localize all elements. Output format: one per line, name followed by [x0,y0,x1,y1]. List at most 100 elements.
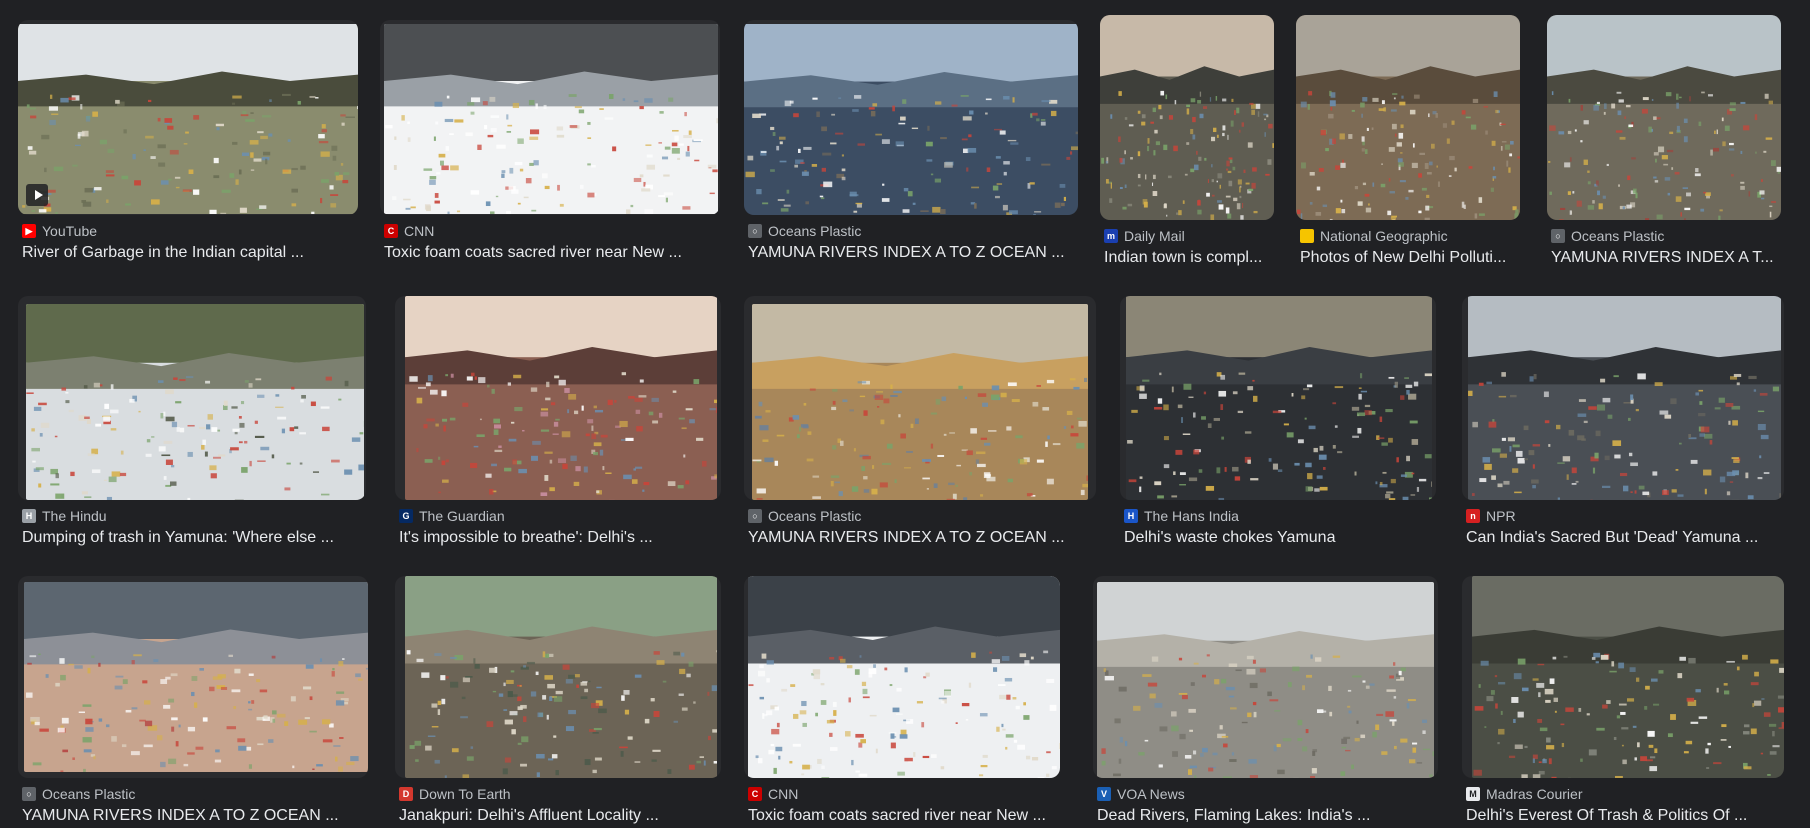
image-result-card[interactable]: n NPR Can India's Sacred But 'Dead' Yamuna… [1462,296,1784,550]
result-title-link[interactable]: Dumping of trash in Yamuna: 'Where else … [22,527,366,549]
source-line[interactable]: ○ Oceans Plastic [1551,227,1781,245]
image-result-card[interactable]: ▶ YouTube River of Garbage in the Indian c… [18,20,358,265]
image-result-card[interactable]: ○ Oceans Plastic YAMUNA RIVERS INDEX A TO … [744,296,1096,550]
image-result-card[interactable]: M Madras Courier Delhi's Everest Of Trash … [1462,576,1784,828]
result-meta: m Daily Mail Indian town is compl... [1104,227,1274,269]
youtube-icon: ▶ [22,224,36,238]
result-title-link[interactable]: Delhi's waste chokes Yamuna [1124,527,1436,549]
thumbnail-image[interactable] [18,24,358,214]
thumbnail-image[interactable] [24,582,368,772]
result-meta: H The Hans India Delhi's waste chokes Yamu… [1124,507,1436,549]
daily-mail-icon: m [1104,229,1118,243]
result-title-link[interactable]: Janakpuri: Delhi's Affluent Locality ... [399,805,721,827]
source-line[interactable]: H The Hindu [22,507,366,525]
source-line[interactable]: National Geographic [1300,227,1520,245]
image-result-card[interactable]: ○ Oceans Plastic YAMUNA RIVERS INDEX A TO … [744,20,1078,265]
national-geographic-icon [1300,229,1314,243]
source-name: Madras Courier [1486,786,1583,802]
result-title-link[interactable]: Dead Rivers, Flaming Lakes: India's ... [1097,805,1438,827]
result-meta: V VOA News Dead Rivers, Flaming Lakes: Ind… [1097,785,1438,827]
source-line[interactable]: n NPR [1466,507,1784,525]
thumbnail-frame [744,296,1096,500]
source-name: Oceans Plastic [768,508,862,524]
thumbnail-image[interactable] [1126,296,1432,500]
result-title-link[interactable]: YAMUNA RIVERS INDEX A TO Z OCEAN ... [748,242,1078,264]
result-title-link[interactable]: River of Garbage in the Indian capital .… [22,242,358,264]
source-name: National Geographic [1320,228,1448,244]
result-meta: National Geographic Photos of New Delhi P… [1300,227,1520,269]
result-meta: M Madras Courier Delhi's Everest Of Trash … [1466,785,1784,827]
thumbnail-image[interactable] [1097,582,1434,778]
source-line[interactable]: ○ Oceans Plastic [748,507,1096,525]
image-result-card[interactable]: H The Hans India Delhi's waste chokes Yamu… [1120,296,1436,550]
thumbnail-frame [1462,296,1784,500]
oceans-plastic-icon: ○ [748,224,762,238]
thumbnail-image[interactable] [1296,15,1520,220]
the-hindu-icon: H [22,509,36,523]
result-meta: ▶ YouTube River of Garbage in the Indian c… [22,222,358,264]
oceans-plastic-icon: ○ [1551,229,1565,243]
source-line[interactable]: H The Hans India [1124,507,1436,525]
result-title-link[interactable]: Photos of New Delhi Polluti... [1300,247,1520,269]
result-title-link[interactable]: Delhi's Everest Of Trash & Politics Of .… [1466,805,1784,827]
thumbnail-frame [1120,296,1436,500]
source-line[interactable]: ▶ YouTube [22,222,358,240]
result-title-link[interactable]: YAMUNA RIVERS INDEX A TO Z OCEAN ... [22,805,368,827]
image-result-card[interactable]: m Daily Mail Indian town is compl... [1100,15,1274,270]
thumbnail-image[interactable] [1468,296,1781,500]
thumbnail-image[interactable] [752,304,1088,500]
the-hans-india-icon: H [1124,509,1138,523]
thumbnail-frame [1093,576,1438,778]
play-icon[interactable] [26,184,48,206]
source-name: YouTube [42,223,98,239]
thumbnail-frame [380,20,720,215]
result-title-link[interactable]: YAMUNA RIVERS INDEX A TO Z OCEAN ... [748,527,1096,549]
image-result-card[interactable]: G The Guardian It's impossible to breathe'… [395,296,721,550]
source-line[interactable]: C CNN [748,785,1060,803]
source-line[interactable]: D Down To Earth [399,785,721,803]
image-result-card[interactable]: ○ Oceans Plastic YAMUNA RIVERS INDEX A TO … [18,576,368,828]
source-name: CNN [768,786,799,802]
source-name: VOA News [1117,786,1185,802]
image-result-card[interactable]: National Geographic Photos of New Delhi P… [1296,15,1520,270]
result-title-link[interactable]: Toxic foam coats sacred river near New .… [748,805,1060,827]
source-line[interactable]: m Daily Mail [1104,227,1274,245]
result-meta: C CNN Toxic foam coats sacred river near N… [384,222,720,264]
image-result-card[interactable]: C CNN Toxic foam coats sacred river near N… [744,576,1060,828]
thumbnail-image[interactable] [405,296,717,500]
image-result-card[interactable]: H The Hindu Dumping of trash in Yamuna: 'W… [18,296,366,550]
source-line[interactable]: ○ Oceans Plastic [22,785,368,803]
result-title-link[interactable]: YAMUNA RIVERS INDEX A T... [1551,247,1781,269]
thumbnail-image[interactable] [26,304,364,500]
result-title-link[interactable]: Indian town is compl... [1104,247,1274,269]
thumbnail-frame [395,576,721,778]
source-line[interactable]: ○ Oceans Plastic [748,222,1078,240]
thumbnail-image[interactable] [384,24,718,214]
result-meta: n NPR Can India's Sacred But 'Dead' Yamuna… [1466,507,1784,549]
result-title-link[interactable]: It's impossible to breathe': Delhi's ... [399,527,721,549]
thumbnail-image[interactable] [1100,15,1274,220]
thumbnail-image[interactable] [1547,15,1781,220]
thumbnail-frame [1547,15,1781,220]
source-line[interactable]: G The Guardian [399,507,721,525]
source-line[interactable]: V VOA News [1097,785,1438,803]
image-result-card[interactable]: V VOA News Dead Rivers, Flaming Lakes: Ind… [1093,576,1438,828]
source-name: Oceans Plastic [1571,228,1665,244]
source-line[interactable]: M Madras Courier [1466,785,1784,803]
thumbnail-image[interactable] [405,576,717,778]
image-result-card[interactable]: C CNN Toxic foam coats sacred river near N… [380,20,720,265]
thumbnail-image[interactable] [748,576,1060,778]
thumbnail-frame [18,296,366,500]
thumbnail-frame [18,20,358,215]
thumbnail-frame [1296,15,1520,220]
result-meta: ○ Oceans Plastic YAMUNA RIVERS INDEX A TO … [748,222,1078,264]
image-result-card[interactable]: D Down To Earth Janakpuri: Delhi's Affluen… [395,576,721,828]
thumbnail-image[interactable] [744,24,1078,215]
result-title-link[interactable]: Toxic foam coats sacred river near New .… [384,242,720,264]
cnn-icon: C [748,787,762,801]
image-result-card[interactable]: ○ Oceans Plastic YAMUNA RIVERS INDEX A T..… [1547,15,1781,270]
source-name: Daily Mail [1124,228,1185,244]
result-title-link[interactable]: Can India's Sacred But 'Dead' Yamuna ... [1466,527,1784,549]
source-line[interactable]: C CNN [384,222,720,240]
thumbnail-image[interactable] [1472,576,1784,778]
